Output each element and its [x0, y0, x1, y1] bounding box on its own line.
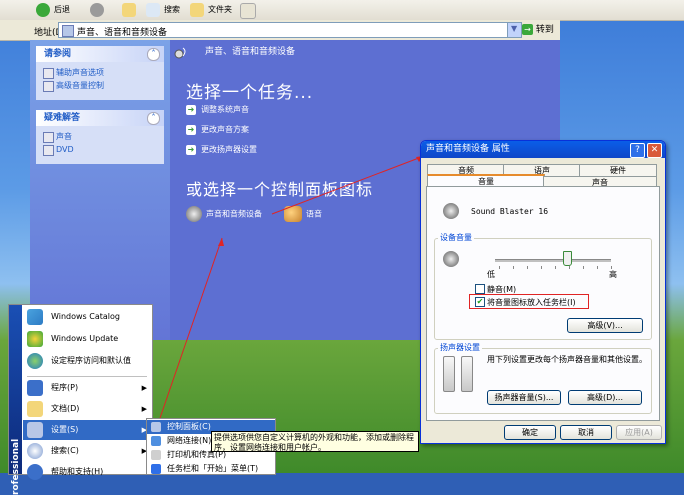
- menu-item-settings[interactable]: 设置(S) ▶: [23, 420, 151, 440]
- right-speaker-icon: [461, 356, 473, 392]
- speaker-settings-label: 扬声器设置: [438, 342, 482, 353]
- windows-update-icon: [27, 331, 43, 347]
- submenu-item-label: 控制面板(C): [167, 422, 211, 431]
- help-icon: [27, 464, 43, 480]
- menu-item-label: 搜索(C): [51, 446, 79, 455]
- documents-icon: [27, 401, 43, 417]
- volume-slider-track[interactable]: [495, 259, 611, 262]
- menu-item-label: Windows Catalog: [51, 312, 120, 321]
- speaker-advanced-button[interactable]: 高级(D)...: [568, 390, 642, 405]
- close-icon[interactable]: ✕: [647, 143, 662, 158]
- menu-item-documents[interactable]: 文档(D) ▶: [23, 399, 151, 419]
- dialog-title: 声音和音频设备 属性: [426, 144, 510, 154]
- start-menu-banner: rofessional: [9, 305, 22, 495]
- speaker-icon: [443, 203, 459, 219]
- submenu-arrow-icon: ▶: [141, 384, 147, 392]
- speaker-description: 用下列设置更改每个扬声器音量和其他设置。: [487, 355, 647, 364]
- menu-item-label: Windows Update: [51, 334, 119, 343]
- device-name: Sound Blaster 16: [471, 207, 549, 216]
- slider-tick: [513, 266, 514, 269]
- apply-button[interactable]: 应用(A): [616, 425, 662, 440]
- slider-tick: [499, 266, 500, 269]
- menu-item-label: 设置(S): [51, 425, 79, 434]
- menu-item-search[interactable]: 搜索(C) ▶: [23, 441, 151, 461]
- submenu-item-label: 网络连接(N): [167, 436, 212, 445]
- slider-tick: [597, 266, 598, 269]
- search-icon: [27, 443, 43, 459]
- menu-item-label: 帮助和支持(H): [51, 467, 104, 476]
- help-icon[interactable]: ?: [630, 143, 645, 158]
- slider-tick: [569, 266, 570, 269]
- ok-button[interactable]: 确定: [504, 425, 556, 440]
- volume-slider-thumb[interactable]: [562, 251, 572, 266]
- printer-icon: [151, 450, 161, 460]
- menu-item-program-access[interactable]: 设定程序访问和默认值: [23, 351, 151, 371]
- dialog-titlebar[interactable]: 声音和音频设备 属性 ? ✕: [421, 141, 665, 158]
- sound-properties-dialog: 声音和音频设备 属性 ? ✕ 音频 语声 硬件 音量 声音 Sound Blas…: [420, 140, 666, 444]
- slider-tick: [555, 266, 556, 269]
- menu-item-label: 程序(P): [51, 383, 79, 392]
- slider-tick: [527, 266, 528, 269]
- network-icon: [151, 436, 161, 446]
- volume-speaker-icon: [443, 251, 459, 267]
- volume-low-label: 低: [487, 270, 495, 279]
- speaker-volume-button[interactable]: 扬声器音量(S)...: [487, 390, 561, 405]
- menu-item-windows-catalog[interactable]: Windows Catalog: [23, 307, 151, 327]
- programs-icon: [27, 380, 43, 396]
- control-panel-icon: [151, 422, 161, 432]
- menu-item-windows-update[interactable]: Windows Update: [23, 329, 151, 349]
- start-menu: rofessional Windows Catalog Windows Upda…: [8, 304, 153, 495]
- left-speaker-icon: [443, 356, 455, 392]
- start-menu-banner-text: rofessional: [11, 438, 21, 495]
- menu-separator: [27, 376, 147, 377]
- taskbar-icon-label[interactable]: 将音量图标放入任务栏(I): [487, 297, 576, 308]
- tab-hardware[interactable]: 硬件: [579, 164, 657, 176]
- slider-tick: [583, 266, 584, 269]
- settings-icon: [27, 422, 43, 438]
- menu-item-label: 文档(D): [51, 404, 80, 413]
- volume-high-label: 高: [609, 270, 617, 279]
- mute-checkbox[interactable]: [475, 284, 485, 294]
- device-volume-label: 设备音量: [438, 232, 474, 243]
- submenu-item-label: 任务栏和「开始」菜单(T): [167, 464, 259, 473]
- submenu-arrow-icon: ▶: [141, 405, 147, 413]
- control-panel-tooltip: 提供选项供您自定义计算机的外观和功能，添加或删除程序，设置网络连接和用户帐户。: [211, 431, 419, 452]
- program-access-icon: [27, 353, 43, 369]
- cancel-button[interactable]: 取消: [560, 425, 612, 440]
- catalog-icon: [27, 309, 43, 325]
- advanced-volume-button[interactable]: 高级(V)...: [567, 318, 643, 333]
- slider-tick: [541, 266, 542, 269]
- menu-item-help[interactable]: 帮助和支持(H): [23, 462, 151, 482]
- submenu-item-taskbar[interactable]: 任务栏和「开始」菜单(T): [147, 462, 275, 476]
- menu-item-programs[interactable]: 程序(P) ▶: [23, 378, 151, 398]
- menu-item-label: 设定程序访问和默认值: [51, 356, 131, 365]
- taskbar-icon-checkbox[interactable]: ✔: [475, 297, 485, 307]
